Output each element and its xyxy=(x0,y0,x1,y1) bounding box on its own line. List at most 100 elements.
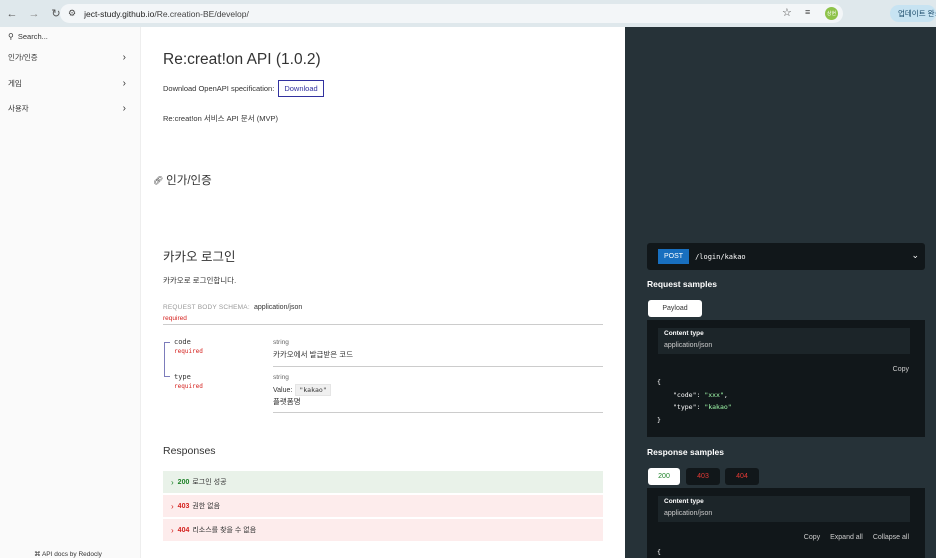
redocly-link[interactable]: ⌘ API docs by Redocly xyxy=(34,550,102,558)
endpoint-path: /login/kakao xyxy=(695,252,746,261)
api-description: Re:creat!on 서비스 API 문서 (MVP) xyxy=(163,114,278,123)
sidebar-item-game[interactable]: 게임 › xyxy=(0,71,140,97)
url-host: ject-study.github.io xyxy=(84,8,155,19)
site-settings-icon[interactable]: ⚙ xyxy=(68,8,76,19)
download-text: Download OpenAPI specification: xyxy=(163,84,275,93)
download-button[interactable]: Download xyxy=(278,80,324,97)
collapse-all-button[interactable]: Collapse all xyxy=(873,534,909,541)
redocly-icon: ⌘ xyxy=(34,551,41,558)
search-input[interactable]: ⚲ Search... xyxy=(0,27,140,45)
download-line: Download OpenAPI specification: Download xyxy=(163,80,324,97)
json-line: "code": "xxx", xyxy=(673,390,728,399)
divider xyxy=(273,412,603,413)
param-type: string xyxy=(273,339,289,346)
param-description: 카카오에서 발급받은 코드 xyxy=(273,350,354,359)
browser-actions: ☆ ≡ 상현 업데이트 완료 xyxy=(782,4,936,23)
endpoint-bar[interactable]: POST /login/kakao ⌄ xyxy=(647,243,925,270)
tree-line xyxy=(164,342,170,343)
sidebar-item-label: 사용자 xyxy=(8,104,29,114)
main-content: Re:creat!on API (1.0.2) Download OpenAPI… xyxy=(141,27,625,558)
tab-payload[interactable]: Payload xyxy=(648,300,702,317)
copy-button[interactable]: Copy xyxy=(893,366,909,373)
response-code: 403 xyxy=(177,502,190,510)
sidebar-item-user[interactable]: 사용자 › xyxy=(0,96,140,122)
sidebar: ⚲ Search... 인가/인증 › 게임 › 사용자 › ⌘ API doc… xyxy=(0,27,141,558)
link-icon[interactable]: 🔗︎ xyxy=(153,176,163,185)
update-button[interactable]: 업데이트 완료 xyxy=(890,5,936,22)
reading-list-icon[interactable]: ≡ xyxy=(805,7,810,17)
url-path: /Re.creation-BE/develop/ xyxy=(154,8,249,19)
http-method-badge: POST xyxy=(658,249,690,264)
forward-arrow-icon[interactable]: → xyxy=(24,4,44,24)
chevron-right-icon: › xyxy=(171,501,174,511)
response-text: 로그인 성공 xyxy=(192,479,227,486)
profile-avatar[interactable]: 상현 xyxy=(825,7,838,20)
chevron-right-icon: › xyxy=(122,103,126,115)
response-code: 200 xyxy=(177,478,190,486)
response-json: { xyxy=(657,548,661,556)
divider xyxy=(163,324,603,325)
json-brace: } xyxy=(657,415,661,424)
content-type-label: Content type xyxy=(664,498,704,505)
request-json: { "code": "xxx", "type": "kakao" } xyxy=(657,376,732,426)
sidebar-item-auth[interactable]: 인가/인증 › xyxy=(0,45,140,71)
request-sample-box: Content type application/json Copy { "co… xyxy=(647,320,925,437)
chevron-right-icon: › xyxy=(171,525,174,535)
chevron-down-icon[interactable]: ⌄ xyxy=(911,250,919,261)
response-200[interactable]: › 200 로그인 성공 xyxy=(163,471,603,493)
json-value: "kakao" xyxy=(704,403,732,411)
param-type: string xyxy=(273,374,289,381)
json-value: "xxx" xyxy=(704,390,724,399)
copy-button[interactable]: Copy xyxy=(804,534,820,541)
divider xyxy=(273,366,603,367)
request-body-required: required xyxy=(163,315,187,322)
response-sample-box: Content type application/json Copy Expan… xyxy=(647,488,925,558)
json-key: "code" xyxy=(673,390,697,399)
param-required: required xyxy=(174,383,203,390)
back-arrow-icon[interactable]: ← xyxy=(2,4,22,24)
bookmark-star-icon[interactable]: ☆ xyxy=(782,6,792,19)
tab-404[interactable]: 404 xyxy=(725,468,759,485)
tree-line xyxy=(164,342,165,376)
browser-toolbar: ← → ↻ ⚙ ject-study.github.io/Re.creation… xyxy=(0,0,936,27)
section-title: 🔗︎ 인가/인증 xyxy=(153,172,212,188)
response-text: 권한 없음 xyxy=(192,503,221,510)
request-body-label: REQUEST BODY SCHEMA: xyxy=(163,304,250,311)
content-type-label: Content type xyxy=(664,330,704,337)
section-title-text: 인가/인증 xyxy=(166,175,212,187)
page-title: Re:creat!on API (1.0.2) xyxy=(163,51,321,68)
param-description: 플랫폼명 xyxy=(273,397,301,406)
content-type-box: Content type application/json xyxy=(658,496,910,522)
redocly-label: API docs by Redocly xyxy=(41,551,102,558)
operation-description: 카카오로 로그인합니다. xyxy=(163,276,237,285)
expand-all-button[interactable]: Expand all xyxy=(830,534,863,541)
json-brace: { xyxy=(657,378,661,386)
json-line: "type": "kakao" xyxy=(673,403,732,411)
param-required: required xyxy=(174,348,203,355)
sidebar-item-label: 게임 xyxy=(8,78,22,88)
chevron-right-icon: › xyxy=(171,477,174,487)
content-type-value: application/json xyxy=(664,342,713,349)
response-403[interactable]: › 403 권한 없음 xyxy=(163,495,603,517)
response-404[interactable]: › 404 리소스를 찾을 수 없음 xyxy=(163,519,603,541)
responses-title: Responses xyxy=(163,445,216,457)
param-value-code: "kakao" xyxy=(295,384,331,396)
address-bar[interactable]: ⚙ ject-study.github.io/Re.creation-BE/de… xyxy=(60,4,843,23)
operation-title: 카카오 로그인 xyxy=(163,250,236,264)
tab-403[interactable]: 403 xyxy=(686,468,720,485)
param-value-label: Value: xyxy=(273,386,293,394)
param-value: Value: "kakao" xyxy=(273,384,331,396)
search-icon: ⚲ xyxy=(8,31,14,41)
chevron-right-icon: › xyxy=(122,52,126,64)
search-placeholder: Search... xyxy=(17,31,48,41)
tree-line xyxy=(164,376,170,377)
param-name-code: code xyxy=(174,338,191,346)
code-actions: Copy Expand all Collapse all xyxy=(794,534,909,541)
request-samples-title: Request samples xyxy=(647,279,717,289)
chevron-right-icon: › xyxy=(122,77,126,89)
json-key: "type" xyxy=(673,403,697,411)
content-type-value: application/json xyxy=(664,510,713,517)
sidebar-item-label: 인가/인증 xyxy=(8,53,38,63)
tab-200[interactable]: 200 xyxy=(648,468,680,485)
response-samples-title: Response samples xyxy=(647,447,725,457)
